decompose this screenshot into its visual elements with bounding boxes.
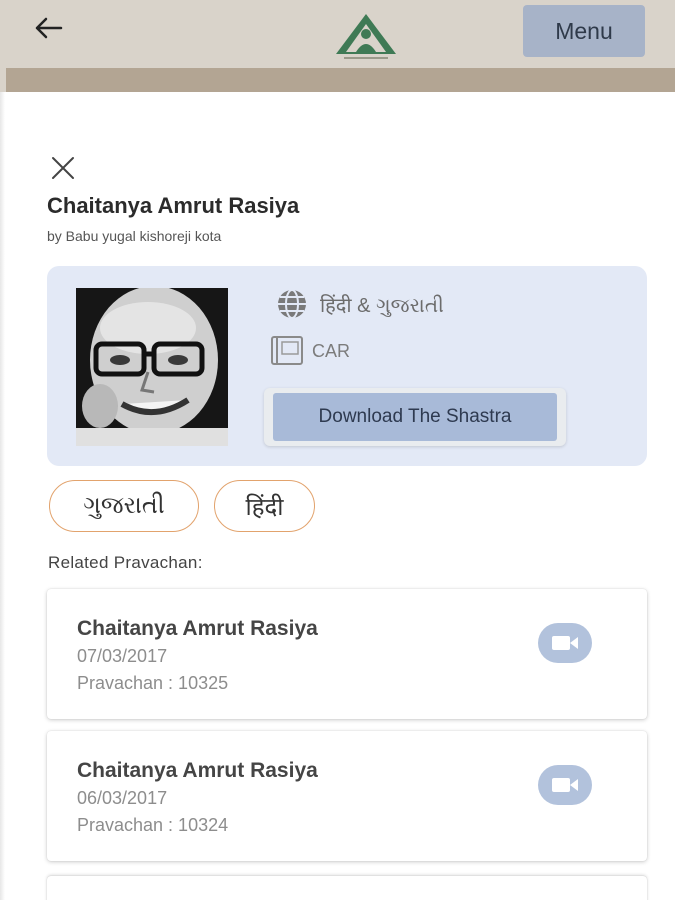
pravachan-card[interactable]: Chaitanya Amrut Rasiya 07/03/2017 Pravac…: [47, 589, 647, 719]
play-video-button[interactable]: [538, 623, 592, 663]
video-camera-icon: [552, 636, 578, 650]
menu-button[interactable]: Menu: [523, 5, 645, 57]
author-portrait: [76, 288, 228, 446]
video-camera-icon: [552, 778, 578, 792]
close-button[interactable]: [48, 154, 78, 182]
pravachan-number: Pravachan : 10325: [77, 673, 229, 693]
chip-gujarati[interactable]: ગુજરાતી: [49, 480, 199, 532]
book-icon: [271, 336, 303, 365]
book-code: CAR: [312, 340, 351, 361]
pravachan-card-partial[interactable]: [47, 876, 647, 900]
language-info: हिंदी & ગુજરાતી: [274, 288, 444, 320]
pravachan-number: Pravachan : 10324: [77, 815, 229, 835]
related-heading: Related Pravachan:: [48, 553, 203, 572]
pravachan-date: 06/03/2017: [77, 788, 168, 808]
close-icon: [52, 157, 74, 179]
arrow-left-icon: [35, 17, 63, 39]
back-button[interactable]: [28, 10, 68, 46]
download-label: Download The Shastra: [273, 393, 557, 441]
pravachan-title: Chaitanya Amrut Rasiya: [77, 617, 318, 640]
languages-text: हिंदी & ગુજરાતી: [320, 294, 444, 317]
panel-edge: [0, 92, 5, 900]
app-header: Menu: [0, 0, 675, 92]
globe-icon: [278, 289, 306, 319]
book-code-info: CAR: [270, 336, 350, 366]
pravachan-card[interactable]: Chaitanya Amrut Rasiya 06/03/2017 Pravac…: [47, 731, 647, 861]
book-title: Chaitanya Amrut Rasiya: [47, 193, 300, 218]
play-video-button[interactable]: [538, 765, 592, 805]
pravachan-title: Chaitanya Amrut Rasiya: [77, 759, 318, 782]
download-shastra-button[interactable]: Download The Shastra: [264, 388, 566, 446]
chip-hindi[interactable]: हिंदी: [214, 480, 315, 532]
header-strip: [6, 68, 675, 92]
pravachan-date: 07/03/2017: [77, 646, 168, 666]
book-author: by Babu yugal kishoreji kota: [47, 228, 222, 244]
temple-logo-icon: [336, 14, 396, 59]
